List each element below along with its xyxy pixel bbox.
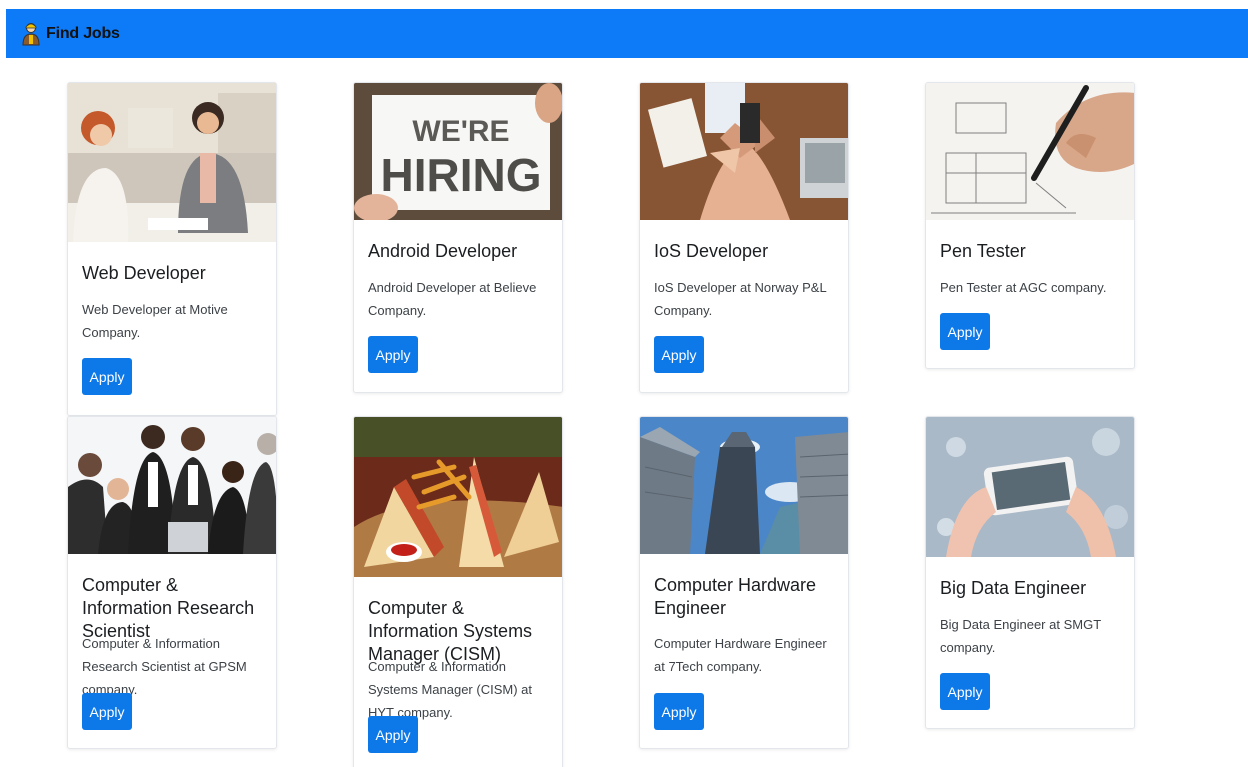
- brand-title: Find Jobs: [46, 24, 120, 42]
- office-meeting-photo: [68, 83, 276, 242]
- job-description: Android Developer at Believe Company.: [368, 280, 537, 318]
- skyscrapers-photo: [640, 417, 848, 554]
- job-title: Android Developer: [368, 241, 518, 261]
- job-title: Pen Tester: [940, 241, 1026, 261]
- job-description: Pen Tester at AGC company.: [940, 280, 1107, 295]
- were-hiring-sign-photo: WE'RE HIRING: [354, 83, 562, 220]
- worker-icon: [22, 22, 40, 45]
- business-team-photo: [68, 417, 276, 554]
- navbar: Find Jobs: [6, 9, 1248, 58]
- phone-city-photo: [926, 417, 1134, 557]
- drawing-hand-photo: [926, 83, 1134, 220]
- apply-button[interactable]: Apply: [82, 358, 132, 395]
- job-card-ios-developer: IoS Developer IoS Developer at Norway P&…: [639, 82, 849, 393]
- job-description: Computer & Information Systems Manager (…: [368, 659, 532, 720]
- job-card-pen-tester: Pen Tester Pen Tester at AGC company. Ap…: [925, 82, 1135, 369]
- apply-button[interactable]: Apply: [654, 336, 704, 373]
- job-card-android-developer: WE'RE HIRING Android Developer Android D…: [353, 82, 563, 393]
- job-description: Big Data Engineer at SMGT company.: [940, 617, 1101, 655]
- apply-button[interactable]: Apply: [940, 673, 990, 710]
- brand-link[interactable]: Find Jobs: [20, 22, 120, 46]
- job-title: IoS Developer: [654, 241, 769, 261]
- job-description: Computer & Information Research Scientis…: [82, 636, 247, 697]
- job-card-research-scientist: Computer & Information Research Scientis…: [67, 416, 277, 749]
- sandwich-platter-photo: [354, 417, 562, 577]
- job-description: IoS Developer at Norway P&L Company.: [654, 280, 827, 318]
- sign-text-2: HIRING: [381, 149, 542, 201]
- apply-button[interactable]: Apply: [368, 336, 418, 373]
- job-card-web-developer: Web Developer Web Developer at Motive Co…: [67, 82, 277, 416]
- job-title: Big Data Engineer: [940, 578, 1087, 598]
- apply-button[interactable]: Apply: [368, 716, 418, 753]
- apply-button[interactable]: Apply: [82, 693, 132, 730]
- job-card-hardware-engineer: Computer Hardware Engineer Computer Hard…: [639, 416, 849, 749]
- apply-button[interactable]: Apply: [940, 313, 990, 350]
- job-card-cism: Computer & Information Systems Manager (…: [353, 416, 563, 767]
- team-hands-photo: [640, 83, 848, 220]
- job-title: Computer Hardware Engineer: [654, 575, 817, 618]
- apply-button[interactable]: Apply: [654, 693, 704, 730]
- job-description: Web Developer at Motive Company.: [82, 302, 228, 340]
- job-description: Computer Hardware Engineer at 7Tech comp…: [654, 636, 827, 674]
- sign-text-1: WE'RE: [412, 115, 509, 148]
- job-card-big-data-engineer: Big Data Engineer Big Data Engineer at S…: [925, 416, 1135, 729]
- job-title: Web Developer: [82, 263, 206, 283]
